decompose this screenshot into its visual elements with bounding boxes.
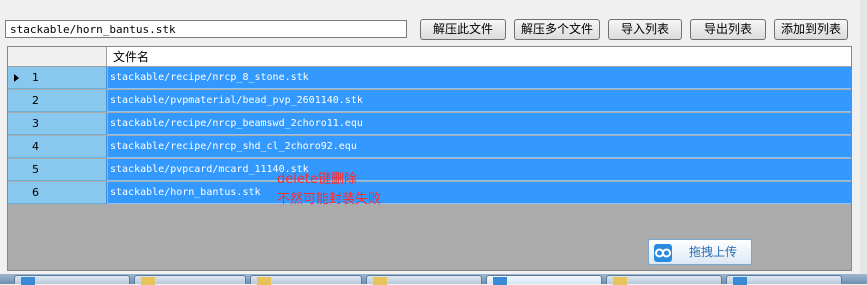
row-number: 4	[32, 140, 39, 153]
filename-cell[interactable]: stackable/pvpmaterial/bead_pvp_2601140.s…	[108, 90, 851, 112]
table-row[interactable]: 4 stackable/recipe/nrcp_shd_cl_2choro92.…	[8, 136, 851, 158]
taskbar-item[interactable]	[134, 275, 246, 285]
table-row[interactable]: 5 stackable/pvpcard/mcard_11140.stk	[8, 159, 851, 181]
filename-cell[interactable]: stackable/recipe/nrcp_beamswd_2choro11.e…	[108, 113, 851, 135]
filename-cell[interactable]: stackable/horn_bantus.stk	[108, 182, 851, 204]
filename-column-header[interactable]: 文件名	[107, 47, 851, 67]
taskbar-item[interactable]	[726, 275, 842, 285]
cloud-link-icon	[654, 244, 672, 262]
path-input[interactable]	[5, 20, 407, 38]
row-number: 5	[32, 163, 39, 176]
annotation-warning: 不然可能封装失败	[277, 192, 382, 207]
row-header[interactable]: 2	[8, 90, 107, 112]
file-grid[interactable]: 文件名 1 stackable/recipe/nrcp_8_stone.stk …	[7, 46, 852, 271]
row-header[interactable]: 4	[8, 136, 107, 158]
row-number: 3	[32, 117, 39, 130]
taskbar-item-active[interactable]	[486, 275, 602, 285]
toolbar: 解压此文件 解压多个文件 导入列表 导出列表 添加到列表	[0, 0, 867, 44]
row-header[interactable]: 5	[8, 159, 107, 181]
annotation-delete-hint: delete键删除	[277, 172, 357, 187]
upload-label: 拖拽上传	[689, 245, 738, 259]
row-header[interactable]: 6	[8, 182, 107, 204]
taskbar-item[interactable]	[366, 275, 482, 285]
row-number: 1	[32, 71, 39, 84]
filename-cell[interactable]: stackable/pvpcard/mcard_11140.stk	[108, 159, 851, 181]
table-row[interactable]: 1 stackable/recipe/nrcp_8_stone.stk	[8, 67, 851, 89]
import-list-button[interactable]: 导入列表	[608, 19, 682, 40]
export-list-button[interactable]: 导出列表	[690, 19, 766, 40]
table-row[interactable]: 3 stackable/recipe/nrcp_beamswd_2choro11…	[8, 113, 851, 135]
add-to-list-button[interactable]: 添加到列表	[774, 19, 848, 40]
table-row[interactable]: 6 stackable/horn_bantus.stk	[8, 182, 851, 204]
taskbar-item[interactable]	[250, 275, 362, 285]
row-number: 6	[32, 186, 39, 199]
row-header[interactable]: 1	[8, 67, 107, 89]
filename-cell[interactable]: stackable/recipe/nrcp_shd_cl_2choro92.eq…	[108, 136, 851, 158]
table-row[interactable]: 2 stackable/pvpmaterial/bead_pvp_2601140…	[8, 90, 851, 112]
taskbar-item[interactable]	[606, 275, 722, 285]
outer-scrollbar[interactable]	[860, 0, 867, 284]
extract-file-button[interactable]: 解压此文件	[420, 19, 506, 40]
current-row-arrow-icon	[14, 74, 19, 82]
grid-header: 文件名	[8, 47, 851, 67]
row-number: 2	[32, 94, 39, 107]
extract-multiple-button[interactable]: 解压多个文件	[514, 19, 600, 40]
taskbar	[0, 274, 867, 285]
row-header[interactable]: 3	[8, 113, 107, 135]
drag-upload-button[interactable]: 拖拽上传	[648, 239, 752, 265]
taskbar-item[interactable]	[14, 275, 130, 285]
filename-cell[interactable]: stackable/recipe/nrcp_8_stone.stk	[108, 67, 851, 89]
header-corner[interactable]	[8, 47, 107, 67]
